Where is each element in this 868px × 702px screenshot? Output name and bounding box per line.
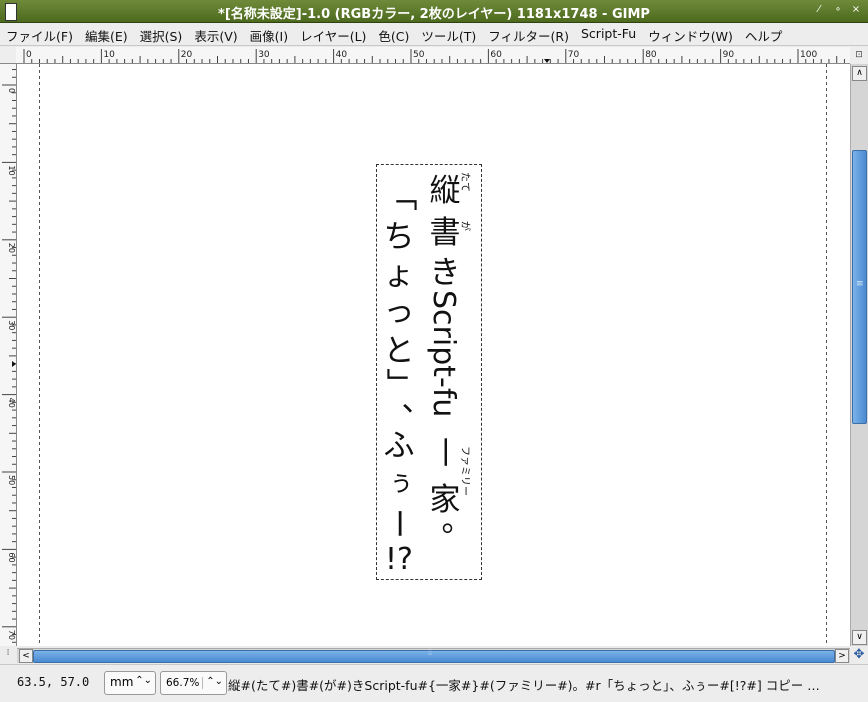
menu-layer[interactable]: レイヤー(L) bbox=[294, 23, 372, 45]
scroll-up-button[interactable]: ∧ bbox=[852, 66, 867, 81]
vtext-glyph: ぅ bbox=[388, 468, 414, 498]
ruler-label: 10 bbox=[103, 50, 115, 60]
menu-image[interactable]: 画像(I) bbox=[244, 23, 294, 45]
ruler-label: 20 bbox=[7, 243, 16, 253]
ruler-label: 50 bbox=[7, 475, 16, 485]
vertical-ruler-scale: 01020304050607080 bbox=[2, 69, 16, 643]
menu-script-fu[interactable]: Script-Fu bbox=[575, 23, 642, 45]
vtext-glyph: と bbox=[384, 333, 415, 369]
image-canvas[interactable]: 縦書き Script-fu 一家。たてがファミリー「ちょっと」、ふぅー!? bbox=[17, 64, 850, 646]
vtext-glyph: 。 bbox=[442, 503, 473, 539]
ruler-label: 30 bbox=[7, 320, 16, 330]
menu-windows[interactable]: ウィンドウ(W) bbox=[642, 23, 739, 45]
unit-select[interactable]: mm ⌃⌄ bbox=[104, 671, 156, 695]
text-layer-boundary[interactable]: 縦書き Script-fu 一家。たてがファミリー「ちょっと」、ふぅー!? bbox=[376, 164, 482, 580]
pointer-marker-icon bbox=[12, 361, 16, 367]
ruby-text: ファミリー bbox=[459, 446, 470, 496]
status-message: 縦#(たて#)書#(が#)きScript-fu#{一家#}#(ファミリー#)。#… bbox=[228, 678, 820, 693]
ruler-label: 70 bbox=[7, 630, 16, 640]
ruler-label: 90 bbox=[723, 50, 735, 60]
vertical-ruler[interactable]: 01020304050607080 bbox=[0, 64, 17, 646]
ruler-label: 30 bbox=[258, 50, 270, 60]
vtext-glyph: き bbox=[430, 255, 461, 291]
scroll-left-button[interactable]: < bbox=[19, 649, 33, 663]
menu-help[interactable]: ヘルプ bbox=[739, 23, 789, 45]
navigate-icon[interactable]: ✥ bbox=[851, 648, 867, 662]
ruler-label: 60 bbox=[490, 50, 502, 60]
vtext-glyph: ふ bbox=[384, 428, 415, 464]
close-button[interactable]: × bbox=[850, 4, 862, 15]
quick-mask-corner[interactable] bbox=[0, 47, 17, 64]
menu-select[interactable]: 選択(S) bbox=[134, 23, 189, 45]
vtext-glyph: 、 bbox=[402, 383, 433, 419]
ruler-label: 40 bbox=[336, 50, 348, 60]
updown-icon: ⌃⌄ bbox=[206, 676, 223, 687]
ruler-label: 0 bbox=[26, 50, 32, 60]
ruler-label: 70 bbox=[568, 50, 580, 60]
vtext-glyph: 書 bbox=[430, 215, 461, 251]
menu-file[interactable]: ファイル(F) bbox=[0, 23, 79, 45]
quick-mask-toggle[interactable]: ⁞ bbox=[0, 648, 16, 662]
zoom-lock-icon[interactable]: ⊡ bbox=[851, 47, 867, 63]
ruler-label: 80 bbox=[645, 50, 657, 60]
vertical-scroll-thumb[interactable]: ≡ bbox=[852, 150, 867, 424]
horizontal-scroll-thumb[interactable]: ⦙⦙ bbox=[33, 648, 835, 663]
vtext-glyph: っ bbox=[384, 294, 415, 330]
vtext-glyph: 一 bbox=[426, 437, 461, 467]
ruler-label: 100 bbox=[800, 50, 817, 60]
scroll-right-button[interactable]: > bbox=[835, 649, 849, 663]
zoom-value: 66.7% bbox=[166, 677, 204, 689]
minimize-button[interactable]: ⁄ bbox=[813, 4, 825, 15]
scroll-down-button[interactable]: ∨ bbox=[852, 630, 867, 645]
ruler-label: 10 bbox=[7, 165, 16, 175]
ruler-label: 20 bbox=[181, 50, 193, 60]
vertical-text: 縦書きScript-fu一家。たてがファミリー「ちょっと」、ふぅー!? bbox=[380, 172, 473, 577]
horizontal-scrollbar[interactable]: < ⦙⦙ > bbox=[17, 648, 850, 663]
menu-colors[interactable]: 色(C) bbox=[372, 23, 415, 45]
vtext-glyph: 「 bbox=[382, 180, 418, 211]
scroll-grip-icon: ≡ bbox=[856, 279, 864, 289]
pointer-marker-icon bbox=[544, 59, 550, 63]
vtext-glyph: ち bbox=[384, 219, 415, 255]
vtext-glyph: !? bbox=[385, 542, 413, 577]
vtext-glyph: ー bbox=[380, 508, 416, 539]
menu-view[interactable]: 表示(V) bbox=[188, 23, 243, 45]
vtext-glyph: ょ bbox=[384, 257, 415, 293]
ruler-label: 50 bbox=[413, 50, 425, 60]
vtext-glyph: 縦 bbox=[430, 173, 461, 209]
menu-tools[interactable]: ツール(T) bbox=[415, 23, 482, 45]
title-bar: *[名称未設定]-1.0 (RGBカラー, 2枚のレイヤー) 1181x1748… bbox=[0, 0, 868, 23]
ruler-label: 0 bbox=[7, 88, 16, 93]
vertical-scrollbar[interactable]: ∧ ≡ ∨ bbox=[850, 64, 868, 646]
menu-edit[interactable]: 編集(E) bbox=[79, 23, 134, 45]
window-title: *[名称未設定]-1.0 (RGBカラー, 2枚のレイヤー) 1181x1748… bbox=[218, 7, 650, 22]
horizontal-ruler[interactable]: 0 10 20 30 40 50 60 70 80 90 100 bbox=[16, 47, 850, 64]
ruler-label: 40 bbox=[7, 398, 16, 408]
menu-filters[interactable]: フィルター(R) bbox=[482, 23, 575, 45]
horizontal-ruler-scale: 0 10 20 30 40 50 60 70 80 90 100 bbox=[23, 49, 845, 63]
ruby-text: たて bbox=[459, 172, 471, 192]
status-bar: 63.5, 57.0 mm ⌃⌄ 66.7% ⌃⌄ 縦#(たて#)書#(が#)き… bbox=[0, 664, 868, 702]
scroll-grip-icon: ⦙⦙ bbox=[428, 648, 433, 658]
ruler-label: 60 bbox=[7, 552, 16, 562]
updown-icon: ⌃⌄ bbox=[135, 675, 152, 686]
pointer-coordinates: 63.5, 57.0 bbox=[17, 675, 90, 689]
ruby-text: が bbox=[459, 221, 472, 231]
menu-bar: ファイル(F) 編集(E) 選択(S) 表示(V) 画像(I) レイヤー(L) … bbox=[0, 23, 868, 46]
maximize-button[interactable]: ∘ bbox=[832, 4, 844, 15]
unit-value: mm bbox=[110, 675, 134, 689]
zoom-select[interactable]: 66.7% ⌃⌄ bbox=[160, 671, 227, 695]
